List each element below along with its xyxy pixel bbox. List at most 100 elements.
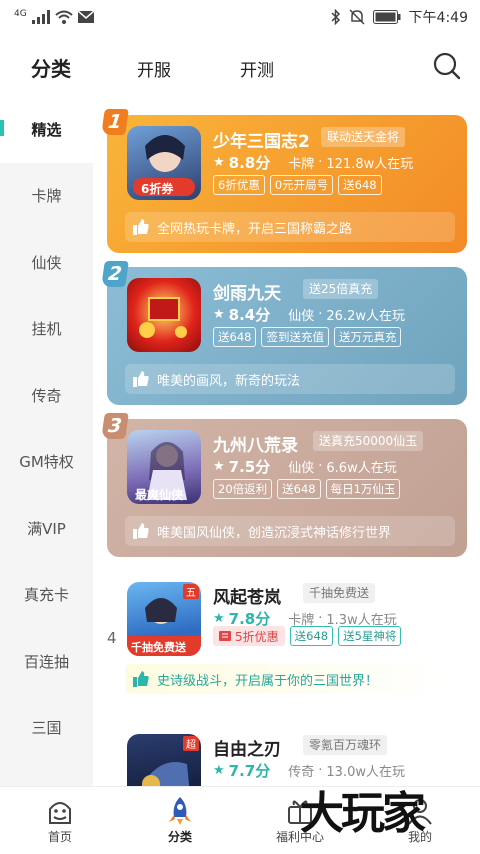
network-label: 4G	[14, 9, 27, 19]
thumbs-up-icon	[133, 219, 149, 235]
sidebar-item-featured[interactable]: 精选	[0, 96, 93, 163]
status-right: 下午4:49	[331, 7, 468, 27]
dot-separator: ·	[318, 611, 323, 626]
dot-separator: ·	[318, 307, 323, 322]
wifi-icon	[55, 10, 73, 24]
game-promo-tag: 送真充50000仙玉	[313, 431, 424, 451]
tab-server-open[interactable]: 开服	[137, 56, 171, 81]
nav-label: 首页	[47, 830, 72, 844]
home-icon	[49, 802, 71, 824]
game-thumbnail: 最爽仙侠	[127, 430, 201, 504]
game-thumbnail: 超	[127, 734, 201, 786]
status-bar: 4G 下午4:49	[0, 0, 480, 34]
game-players: 121.8w人在玩	[326, 157, 414, 172]
nav-category[interactable]: 分类	[120, 787, 240, 854]
rank-number: 4	[107, 629, 117, 647]
thumbs-up-icon	[133, 671, 149, 687]
thumb-label: 千抽免费送	[131, 641, 186, 654]
sidebar-item-xianxia[interactable]: 仙侠	[0, 229, 93, 296]
battery-icon	[372, 10, 401, 24]
benefit-chips: 6折优惠 0元开局号 送648	[213, 175, 382, 195]
rocket-icon	[169, 797, 191, 825]
game-promo-tag: 送25倍真充	[303, 279, 379, 299]
game-name: 九州八荒录	[213, 436, 298, 456]
dot-separator: ·	[318, 459, 323, 474]
game-score: 7.7分	[228, 762, 271, 780]
rating-row: ★ 8.8分 卡牌 · 121.8w人在玩	[213, 152, 413, 173]
clock: 下午4:49	[408, 10, 468, 26]
game-thumbnail: 五 千抽免费送	[127, 582, 201, 656]
star-icon: ★	[213, 307, 225, 322]
rank-badge: 1	[101, 109, 129, 135]
nav-home[interactable]: 首页	[0, 787, 120, 854]
nav-label: 分类	[167, 830, 192, 844]
signal-icon	[31, 10, 50, 24]
discount-label: 5折优惠	[235, 629, 279, 644]
thumbs-up-icon	[133, 523, 149, 539]
rating-row: ★ 7.5分 仙侠 · 6.6w人在玩	[213, 456, 397, 477]
sidebar-item-legend[interactable]: 传奇	[0, 362, 93, 429]
game-card[interactable]: 2 剑雨九天 送25倍真充 ★ 8.4分 仙侠 · 26.2w人在玩 送648 签到…	[101, 261, 467, 405]
game-promo-tag: 联动送天金将	[321, 127, 406, 147]
game-card[interactable]: 3 最爽仙侠 九州八荒录 送真充50000仙玉 ★ 7.5分 仙侠 · 6.6w人在…	[101, 413, 467, 557]
benefit-chip: 送648	[213, 327, 257, 347]
discount-chip: 5折优惠	[213, 626, 285, 646]
benefit-chips: 20倍返利 送648 每日1万仙玉	[213, 479, 401, 499]
sidebar-item-vip[interactable]: 满VIP	[0, 495, 93, 562]
game-category: 仙侠	[288, 309, 315, 324]
tab-category[interactable]: 分类	[31, 53, 71, 82]
desc-text: 唯美国风仙侠，创造沉浸式神话修行世界	[157, 525, 392, 541]
sidebar-item-recharge-card[interactable]: 真充卡	[0, 562, 93, 629]
desc-text: 史诗级战斗，开启属于你的三国世界！	[157, 673, 379, 689]
sidebar-item-cards[interactable]: 卡牌	[0, 163, 93, 230]
game-score: 8.8分	[228, 154, 271, 172]
game-card[interactable]: 1 6折券 少年三国志2 联动送天金将 ★ 8.8分 卡牌 · 121.8w人在玩 …	[101, 109, 467, 253]
star-icon: ★	[213, 611, 225, 626]
category-sidebar: 精选 卡牌 仙侠 挂机 传奇 GM特权 满VIP 真充卡 百连抽 三国	[0, 96, 93, 786]
tab-beta-test[interactable]: 开测	[240, 56, 274, 81]
game-thumbnail	[127, 278, 201, 352]
game-description: 唯美国风仙侠，创造沉浸式神话修行世界	[125, 516, 455, 546]
benefit-chip: 送万元真充	[333, 327, 402, 347]
game-name: 剑雨九天	[213, 284, 281, 304]
game-artwork	[139, 297, 187, 338]
benefit-chip: 送648	[338, 175, 382, 195]
sidebar-item-hundred-draws[interactable]: 百连抽	[0, 628, 93, 695]
benefit-chip: 签到送充值	[261, 327, 329, 347]
game-players: 6.6w人在玩	[326, 461, 397, 476]
sidebar-item-three-kingdoms[interactable]: 三国	[0, 695, 93, 762]
game-category: 仙侠	[288, 461, 315, 476]
bell-off-icon	[349, 9, 365, 25]
game-card[interactable]: 4 五 千抽免费送 风起苍岚 千抽免费送 ★ 7.8分 卡牌 · 1.3w人在玩 5…	[107, 571, 467, 709]
desc-text: 全网热玩卡牌，开启三国称霸之路	[157, 221, 353, 237]
game-thumbnail: 6折券	[127, 126, 201, 200]
benefit-chips: 送648 签到送充值 送万元真充	[213, 327, 402, 347]
sidebar-item-gm[interactable]: GM特权	[0, 429, 93, 496]
top-nav: 分类 开服 开测	[0, 34, 480, 106]
thumb-corner-badge: 五	[183, 584, 199, 599]
game-name: 自由之刃	[213, 740, 281, 760]
thumbs-up-icon	[133, 371, 149, 387]
star-icon: ★	[213, 155, 225, 170]
game-promo-tag: 千抽免费送	[303, 583, 376, 603]
star-icon: ★	[213, 763, 225, 778]
rank-badge: 3	[101, 413, 129, 439]
benefit-chip: 送648	[277, 479, 321, 499]
bluetooth-icon	[331, 9, 340, 25]
thumb-label: 6折券	[141, 182, 174, 196]
coupon-icon	[219, 631, 231, 641]
benefit-chips: 5折优惠 送648 送5星神将	[213, 626, 402, 646]
search-icon[interactable]	[433, 52, 461, 80]
thumb-corner-badge: 超	[183, 736, 199, 751]
benefit-chip: 0元开局号	[269, 175, 334, 195]
dot-separator: ·	[318, 763, 323, 778]
game-score: 8.4分	[228, 306, 271, 324]
game-description: 唯美的画风，新奇的玩法	[125, 364, 455, 394]
game-category: 卡牌	[288, 157, 315, 172]
status-left: 4G	[14, 9, 94, 25]
benefit-chip: 送5星神将	[338, 626, 402, 646]
star-icon: ★	[213, 459, 225, 474]
game-name: 风起苍岚	[213, 588, 281, 608]
sidebar-item-idle[interactable]: 挂机	[0, 296, 93, 363]
game-description: 全网热玩卡牌，开启三国称霸之路	[125, 212, 455, 242]
